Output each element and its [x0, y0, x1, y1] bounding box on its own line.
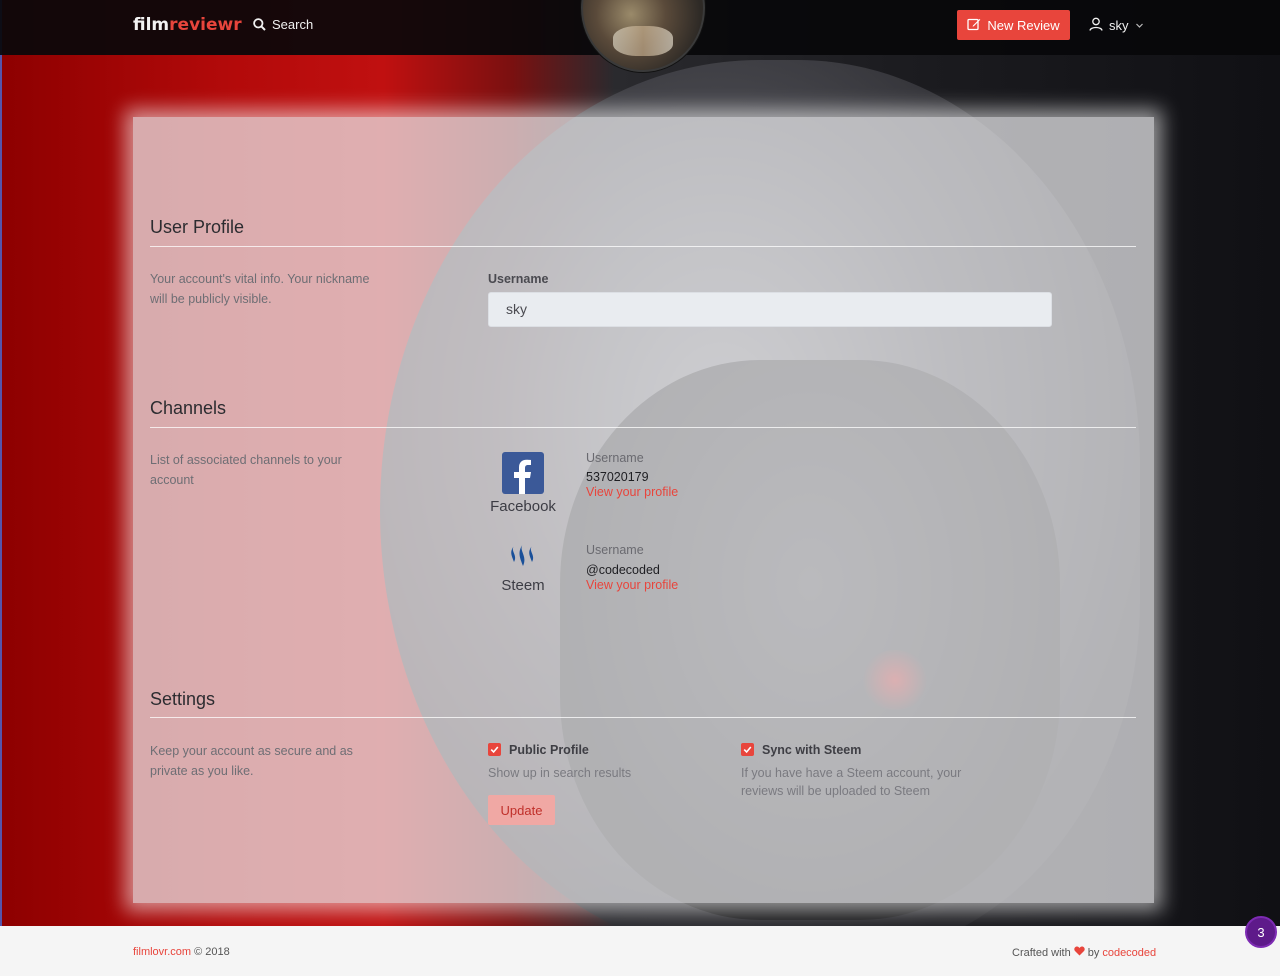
public-profile-label[interactable]: Public Profile: [509, 743, 589, 757]
settings-title: Settings: [150, 689, 216, 709]
facebook-username-value: 537020179: [586, 470, 649, 484]
steem-channel-name: Steem: [501, 577, 545, 594]
facebook-username-label: Username: [586, 451, 644, 465]
footer: filmlovr.com © 2018 Crafted with by code…: [0, 926, 1280, 976]
user-icon: [1089, 17, 1103, 34]
facebook-icon: [502, 452, 544, 494]
user-menu[interactable]: sky: [1089, 17, 1144, 34]
username-input[interactable]: sky: [488, 292, 1052, 327]
steem-username-value: @codecoded: [586, 563, 660, 577]
footer-copyright-text: © 2018: [194, 946, 230, 958]
public-profile-help: Show up in search results: [488, 766, 632, 780]
footer-crafted-text: Crafted with: [1012, 946, 1071, 959]
heart-icon: [1074, 946, 1085, 959]
channels-title: Channels: [150, 398, 227, 418]
sync-steem-help: If you have have a Steem account, your r…: [741, 766, 962, 798]
checkmark-icon: [743, 746, 752, 754]
sync-steem-checkbox[interactable]: [741, 743, 754, 756]
search-link[interactable]: Search: [253, 17, 313, 32]
brand-part-reviewr: reviewr: [169, 15, 242, 35]
channel-steem: Steem: [483, 542, 563, 594]
edit-icon: [967, 17, 981, 34]
footer-by-text: by: [1087, 946, 1100, 959]
sync-steem-label[interactable]: Sync with Steem: [762, 743, 861, 757]
footer-author-link[interactable]: codecoded: [1102, 947, 1156, 959]
chevron-down-icon: [1135, 18, 1144, 33]
brand-logo[interactable]: filmreviewr: [133, 15, 242, 35]
new-review-label: New Review: [987, 17, 1060, 33]
notification-badge[interactable]: 3: [1245, 916, 1277, 948]
left-edge-line: [0, 0, 2, 926]
steem-icon: [508, 542, 538, 572]
checkmark-icon: [490, 746, 499, 754]
user-name: sky: [1109, 18, 1129, 33]
channel-facebook: Facebook: [483, 452, 563, 515]
settings-divider: [150, 717, 1136, 718]
new-review-button[interactable]: New Review: [957, 10, 1070, 40]
channels-description: List of associated channels to your acco…: [150, 453, 342, 487]
footer-site-link[interactable]: filmlovr.com: [133, 946, 191, 958]
user-profile-divider: [150, 246, 1136, 247]
facebook-channel-name: Facebook: [490, 498, 556, 515]
footer-credits: Crafted with by codecoded: [1012, 946, 1156, 959]
brand-part-film: film: [133, 15, 170, 35]
avatar-image-detail: [613, 26, 673, 56]
settings-description: Keep your account as secure and as priva…: [150, 744, 353, 778]
update-button[interactable]: Update: [488, 795, 555, 825]
public-profile-checkbox[interactable]: [488, 743, 501, 756]
user-profile-description: Your account's vital info. Your nickname…: [150, 272, 370, 306]
footer-copyright: filmlovr.com © 2018: [133, 946, 230, 958]
username-label: Username: [488, 272, 549, 286]
steem-view-profile-link[interactable]: View your profile: [586, 578, 678, 592]
steem-username-label: Username: [586, 543, 644, 557]
user-profile-title: User Profile: [150, 217, 245, 237]
search-label: Search: [272, 17, 314, 32]
settings-panel: User Profile Your account's vital info. …: [133, 117, 1154, 903]
facebook-view-profile-link[interactable]: View your profile: [586, 485, 678, 499]
channels-divider: [150, 427, 1136, 428]
search-icon: [253, 18, 266, 31]
